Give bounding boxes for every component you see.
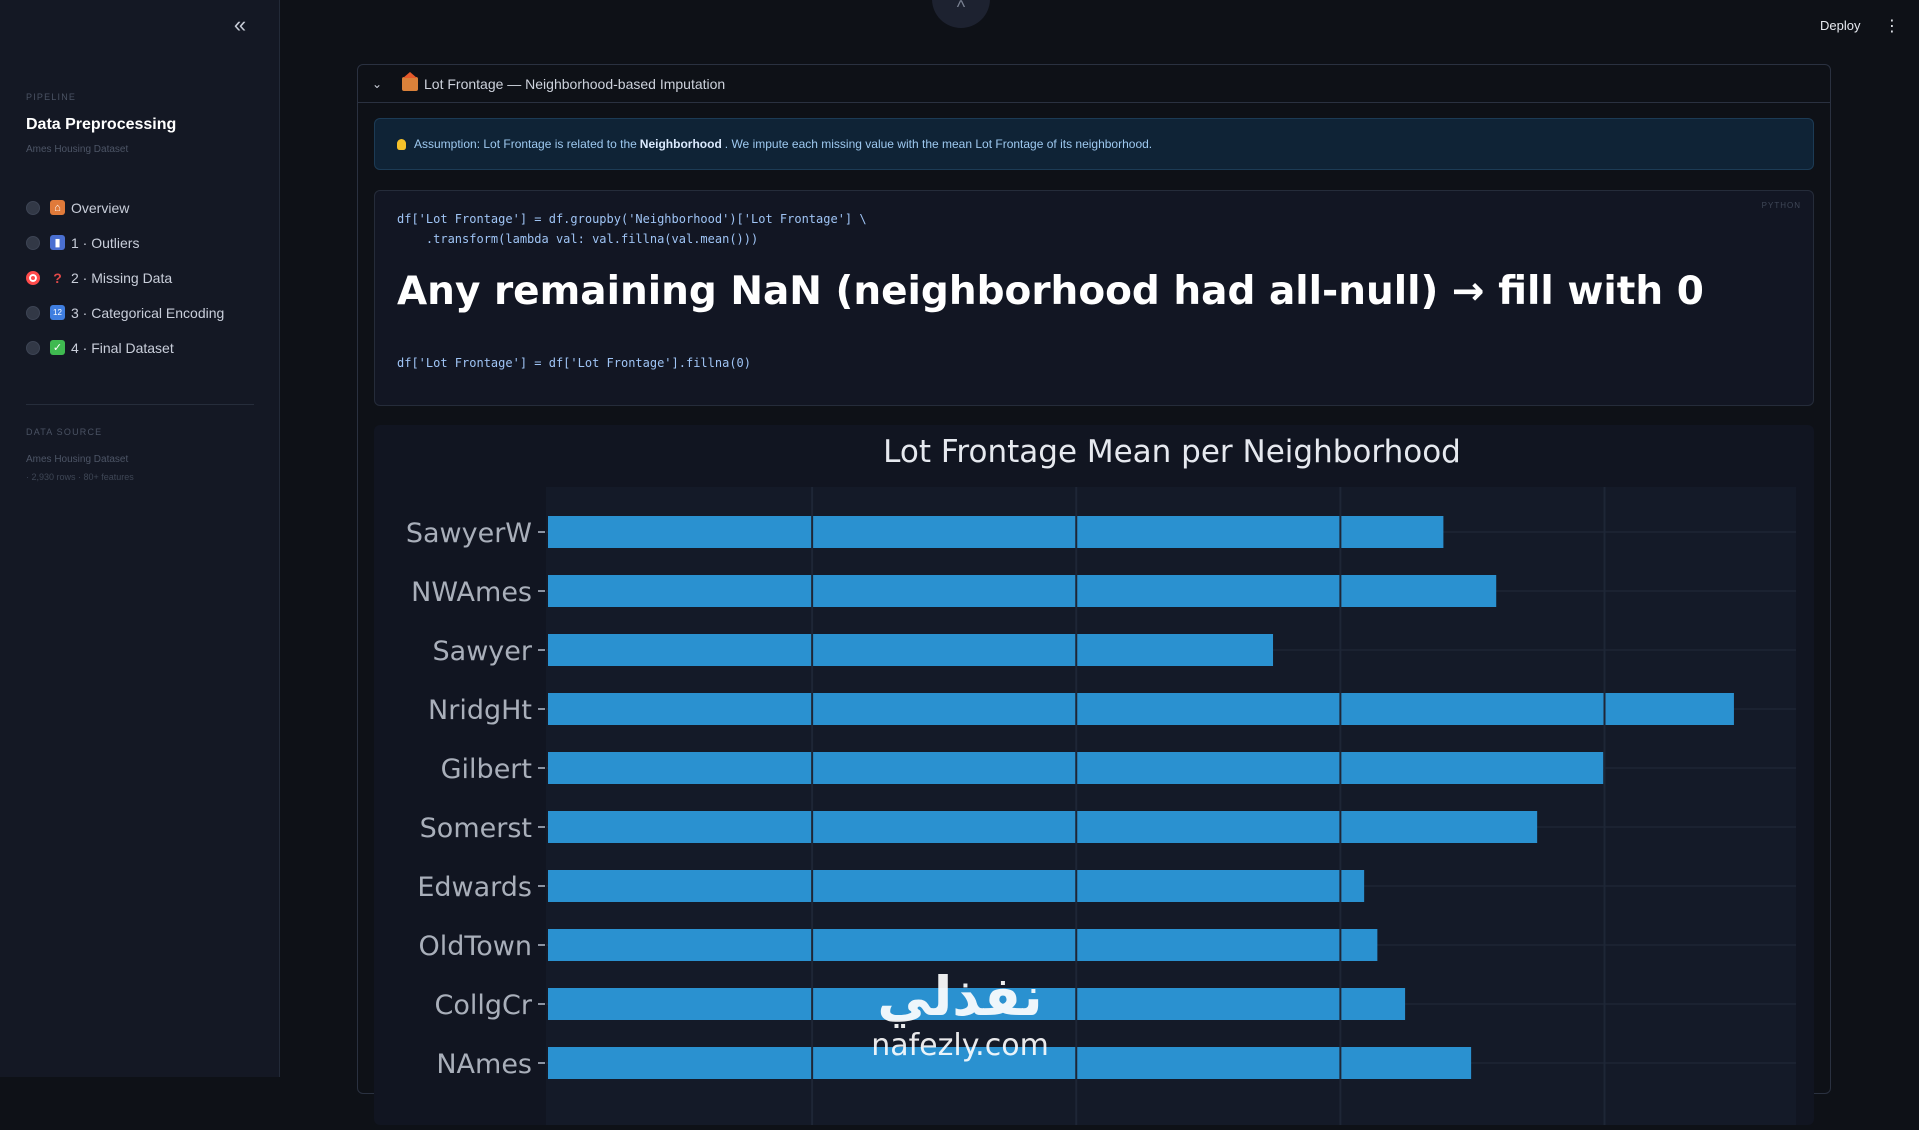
code-line-3: df['Lot Frontage'] = df['Lot Frontage'].…: [397, 356, 752, 370]
code-line-2: .transform(lambda val: val.fillna(val.me…: [397, 232, 759, 246]
y-tick-label: NridgHt: [428, 695, 532, 726]
bar-sawyer[interactable]: [548, 634, 1274, 666]
info-text-suffix: . We impute each missing value with the …: [724, 137, 1153, 151]
bar-edwards[interactable]: [548, 870, 1365, 902]
lot-frontage-expander: ⌄ Lot Frontage — Neighborhood-based Impu…: [357, 64, 1831, 1125]
pipeline-nav: ⌂ Overview ▮ 1 · Outliers ? 2 · Missing …: [26, 190, 256, 365]
info-callout: Assumption: Lot Frontage is related to t…: [374, 118, 1814, 170]
code-comment-heading: Any remaining NaN (neighborhood had all-…: [397, 269, 1704, 314]
house-icon: ⌂: [50, 200, 65, 215]
collapse-sidebar-icon[interactable]: «: [228, 14, 252, 38]
nav-item-overview[interactable]: ⌂ Overview: [26, 190, 256, 225]
expander-header[interactable]: ⌄ Lot Frontage — Neighborhood-based Impu…: [358, 65, 1830, 103]
bar-oldtown[interactable]: [548, 929, 1378, 961]
radio-icon[interactable]: [26, 200, 40, 215]
sidebar-subtitle: Ames Housing Dataset: [26, 144, 129, 155]
data-source-name: Ames Housing Dataset: [26, 454, 129, 465]
chart-title: Lot Frontage Mean per Neighborhood: [883, 434, 1461, 470]
radio-icon[interactable]: [26, 305, 40, 320]
y-tick-label: NWAmes: [411, 577, 532, 608]
y-tick-label: Gilbert: [441, 754, 532, 785]
radio-icon[interactable]: [26, 235, 40, 250]
info-text-prefix: Assumption: Lot Frontage is related to t…: [414, 137, 637, 151]
radio-icon[interactable]: [26, 340, 40, 355]
bar-somerst[interactable]: [548, 811, 1538, 843]
sidebar-title: Data Preprocessing: [26, 116, 177, 133]
scroll-top-handle[interactable]: ^: [932, 0, 990, 28]
bar-sawyerw[interactable]: [548, 516, 1444, 548]
data-source-label: DATA SOURCE: [26, 427, 103, 437]
bar-nridght[interactable]: [548, 693, 1734, 725]
nav-item-label: 1 · Outliers: [71, 234, 140, 251]
deploy-button[interactable]: Deploy: [1820, 18, 1860, 33]
nav-item-label: Overview: [71, 199, 130, 216]
info-text-bold: Neighborhood: [639, 137, 722, 151]
nav-item-final-dataset[interactable]: ✓ 4 · Final Dataset: [26, 330, 256, 365]
data-source-meta: · 2,930 rows · 80+ features: [26, 472, 134, 482]
bar-nwames[interactable]: [548, 575, 1497, 607]
y-tick-label: CollgCr: [435, 990, 533, 1021]
main-menu-icon[interactable]: ⋮: [1884, 16, 1900, 36]
y-tick-label: Sawyer: [433, 636, 533, 667]
code-block: PYTHON df['Lot Frontage'] = df.groupby('…: [374, 190, 1814, 406]
y-tick-label: Somerst: [420, 813, 532, 844]
nav-item-label: 4 · Final Dataset: [71, 339, 174, 356]
bar-chart-svg: SawyerW NWAmes Sawyer NridgHt Gilbert Somerst…: [406, 434, 1796, 1125]
code-line-1: df['Lot Frontage'] = df.groupby('Neighbo…: [397, 212, 867, 226]
house-icon: [402, 71, 418, 91]
watermark-logo: نفذلي: [877, 965, 1043, 1028]
question-icon: ?: [53, 269, 62, 286]
nafezly-watermark: نفذلي nafezly.com: [850, 965, 1070, 1077]
pipeline-section-label: PIPELINE: [26, 92, 77, 102]
watermark-url: nafezly.com: [871, 1028, 1049, 1063]
code-language-label: PYTHON: [1761, 201, 1801, 210]
sidebar-divider: [26, 404, 254, 405]
y-tick-label: Edwards: [417, 872, 532, 903]
checkmark-icon: ✓: [50, 340, 65, 355]
expander-title: Lot Frontage — Neighborhood-based Imputa…: [424, 75, 726, 92]
nav-item-missing-data[interactable]: ? 2 · Missing Data: [26, 260, 256, 295]
lot-frontage-chart: SawyerW NWAmes Sawyer NridgHt Gilbert Somerst…: [374, 425, 1814, 1125]
lightbulb-icon: [397, 138, 406, 150]
nav-item-categorical-encoding[interactable]: 12 3 · Categorical Encoding: [26, 295, 256, 330]
radio-selected-icon[interactable]: [26, 270, 40, 285]
y-tick-label: OldTown: [418, 931, 532, 962]
nav-item-outliers[interactable]: ▮ 1 · Outliers: [26, 225, 256, 260]
nav-item-label: 3 · Categorical Encoding: [71, 304, 225, 321]
y-tick-label: NAmes: [436, 1049, 532, 1080]
nav-item-label: 2 · Missing Data: [71, 269, 173, 286]
sidebar: « PIPELINE Data Preprocessing Ames Housi…: [0, 0, 280, 1077]
bar-chart-icon: ▮: [50, 235, 65, 250]
y-tick-label: SawyerW: [406, 518, 532, 549]
chevron-up-icon: ^: [956, 0, 966, 17]
chevron-down-icon: ⌄: [372, 76, 383, 91]
numbers-icon: 12: [50, 305, 65, 320]
